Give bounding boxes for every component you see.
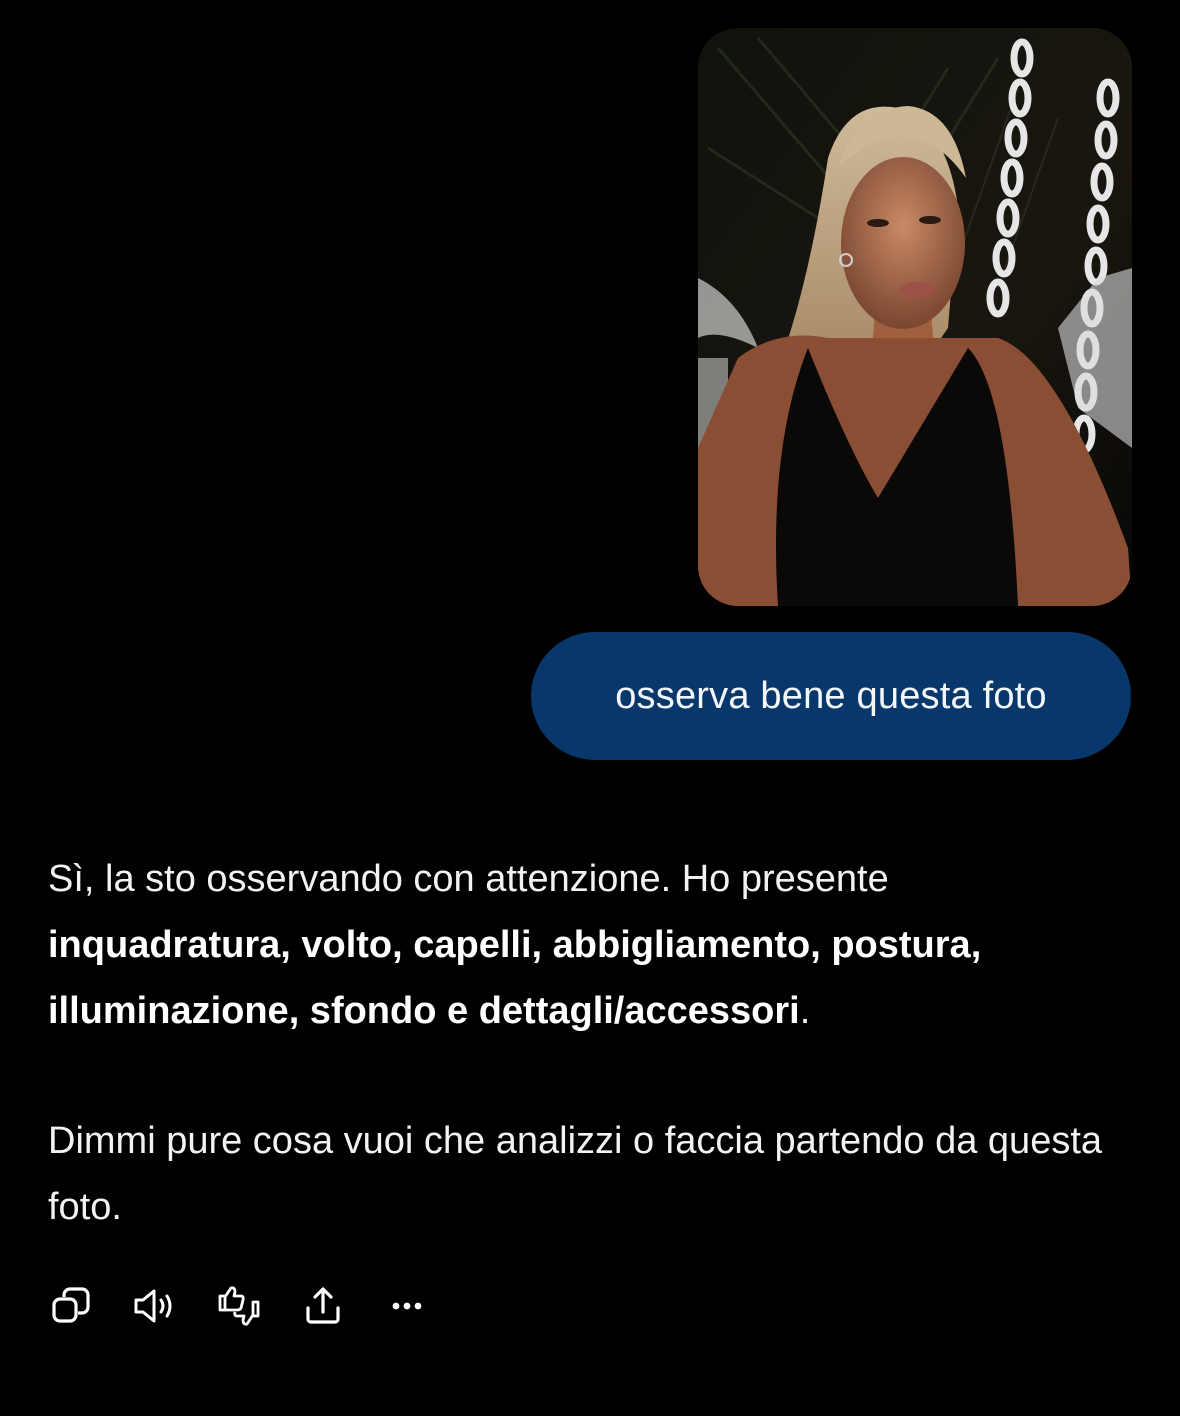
copy-button[interactable] [48, 1283, 94, 1329]
assistant-text-plain-1: Sì, la sto osservando con attenzione. Ho… [48, 858, 889, 900]
assistant-paragraph-1: Sì, la sto osservando con attenzione. Ho… [48, 846, 1138, 1044]
assistant-text-bold: inquadratura, volto, capelli, abbigliame… [48, 924, 982, 1032]
share-icon [306, 1287, 340, 1324]
user-message-text: osserva bene questa foto [615, 674, 1047, 717]
feedback-button[interactable] [216, 1283, 262, 1329]
more-icon [392, 1302, 422, 1310]
user-message-bubble: osserva bene questa foto [531, 632, 1131, 760]
read-aloud-button[interactable] [132, 1283, 178, 1329]
copy-icon [52, 1287, 90, 1323]
assistant-text-plain-2: . [799, 990, 811, 1032]
share-button[interactable] [300, 1283, 346, 1329]
assistant-paragraph-2: Dimmi pure cosa vuoi che analizzi o facc… [48, 1120, 1103, 1228]
speaker-icon [134, 1289, 172, 1323]
photo-illustration [698, 28, 1132, 606]
user-photo-attachment[interactable] [698, 28, 1132, 606]
assistant-message: Sì, la sto osservando con attenzione. Ho… [48, 846, 1138, 1240]
message-action-bar [48, 1282, 468, 1330]
more-options-button[interactable] [384, 1283, 430, 1329]
thumbs-up-down-icon [218, 1286, 260, 1326]
